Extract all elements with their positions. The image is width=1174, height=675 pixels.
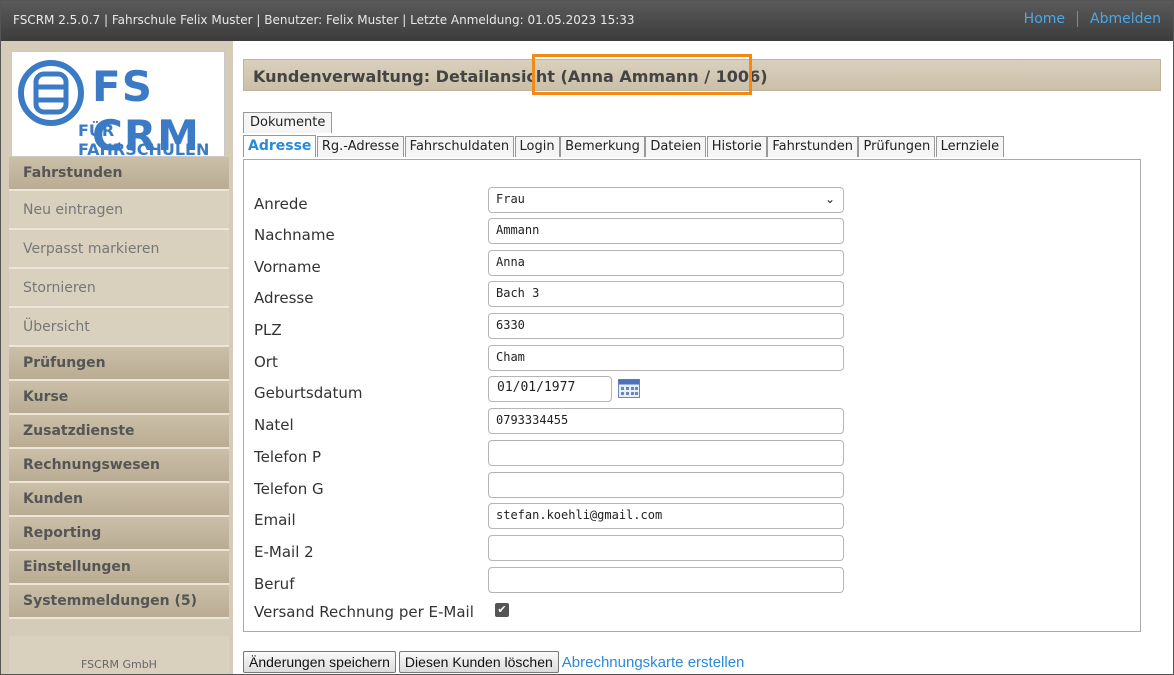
sidebar-item-kurse[interactable]: Kurse (9, 381, 229, 415)
telefon-g-label: Telefon G (254, 480, 324, 498)
versand-checkbox[interactable]: ✔ (495, 603, 509, 617)
logo-icon (18, 60, 84, 126)
row-beruf: Beruf (244, 567, 1140, 598)
sidebar-footer: FSCRM GmbH (9, 636, 229, 674)
tab-login[interactable]: Login (514, 136, 560, 157)
natel-label: Natel (254, 416, 294, 434)
row-ort: Ort Cham (244, 345, 1140, 376)
email-2-field[interactable] (488, 535, 844, 561)
link-separator (1077, 11, 1079, 27)
sidebar-item-verpasst-markieren[interactable]: Verpasst markieren (9, 230, 229, 269)
calendar-icon[interactable] (618, 379, 640, 398)
plz-field[interactable]: 6330 (488, 313, 844, 339)
create-billing-card-link[interactable]: Abrechnungskarte erstellen (562, 654, 745, 671)
sidebar-item-reporting[interactable]: Reporting (9, 517, 229, 551)
sidebar-item-systemmeldungen[interactable]: Systemmeldungen (5) (9, 585, 229, 619)
telefon-g-field[interactable] (488, 472, 844, 498)
ort-label: Ort (254, 353, 278, 371)
plz-label: PLZ (254, 321, 282, 339)
tab-dateien[interactable]: Dateien (645, 136, 707, 157)
vorname-field[interactable]: Anna (488, 250, 844, 276)
sidebar-item-einstellungen[interactable]: Einstellungen (9, 551, 229, 585)
sidebar-item-rechnungswesen[interactable]: Rechnungswesen (9, 449, 229, 483)
sidebar-nav: Fahrstunden Neu eintragen Verpasst marki… (9, 157, 229, 619)
tab-rg-adresse[interactable]: Rg.-Adresse (316, 136, 405, 157)
sidebar: FS CRM FÜR FAHRSCHULEN Fahrstunden Neu e… (1, 41, 233, 674)
delete-customer-button[interactable]: Diesen Kunden löschen (398, 651, 559, 673)
row-plz: PLZ 6330 (244, 313, 1140, 344)
top-bar: FSCRM 2.5.0.7 | Fahrschule Felix Muster … (1, 1, 1173, 41)
geburtsdatum-label: Geburtsdatum (254, 384, 363, 402)
save-button[interactable]: Änderungen speichern (243, 651, 396, 673)
row-natel: Natel 0793334455 (244, 408, 1140, 439)
home-link[interactable]: Home (1024, 11, 1065, 27)
row-anrede: Anrede Frau ⌄ (244, 187, 1140, 218)
versand-label: Versand Rechnung per E-Mail (254, 603, 474, 621)
chevron-down-icon: ⌄ (824, 192, 835, 206)
vorname-label: Vorname (254, 258, 321, 276)
row-adresse: Adresse Bach 3 (244, 281, 1140, 312)
beruf-label: Beruf (254, 575, 295, 593)
beruf-field[interactable] (488, 567, 844, 593)
sidebar-item-neu-eintragen[interactable]: Neu eintragen (9, 191, 229, 230)
row-email: Email stefan.koehli@gmail.com (244, 503, 1140, 534)
row-telefon-p: Telefon P (244, 440, 1140, 471)
sidebar-item-pruefungen[interactable]: Prüfungen (9, 347, 229, 381)
action-bar: Änderungen speichern Diesen Kunden lösche… (243, 651, 744, 673)
ort-field[interactable]: Cham (488, 345, 844, 371)
tab-adresse[interactable]: Adresse (243, 135, 317, 157)
sidebar-item-uebersicht[interactable]: Übersicht (9, 308, 229, 347)
tab-lernziele[interactable]: Lernziele (935, 136, 1005, 157)
sidebar-item-stornieren[interactable]: Stornieren (9, 269, 229, 308)
tabs-top: Dokumente (243, 112, 333, 133)
logo-subtitle: FÜR FAHRSCHULEN (78, 121, 210, 159)
tab-pruefungen[interactable]: Prüfungen (858, 136, 936, 157)
geburtsdatum-field[interactable]: 01/01/1977 (488, 376, 612, 402)
sidebar-item-kunden[interactable]: Kunden (9, 483, 229, 517)
row-vorname: Vorname Anna (244, 250, 1140, 281)
email-label: Email (254, 511, 296, 529)
logo[interactable]: FS CRM FÜR FAHRSCHULEN (11, 51, 225, 160)
natel-field[interactable]: 0793334455 (488, 408, 844, 434)
anrede-label: Anrede (254, 195, 308, 213)
customer-highlight-box (532, 54, 752, 95)
sidebar-item-zusatzdienste[interactable]: Zusatzdienste (9, 415, 229, 449)
adresse-field[interactable]: Bach 3 (488, 281, 844, 307)
nachname-field[interactable]: Ammann (488, 218, 844, 244)
tab-bar: Adresse Rg.-Adresse Fahrschuldaten Login… (243, 135, 1005, 157)
address-form: Anrede Frau ⌄ Nachname Ammann Vorname An… (243, 159, 1141, 632)
row-geburtsdatum: Geburtsdatum 01/01/1977 (244, 376, 1140, 407)
logout-link[interactable]: Abmelden (1090, 11, 1161, 27)
tab-historie[interactable]: Historie (706, 136, 767, 157)
app-window: FSCRM 2.5.0.7 | Fahrschule Felix Muster … (0, 0, 1174, 675)
tab-fahrschuldaten[interactable]: Fahrschuldaten (404, 136, 515, 157)
tab-bemerkung[interactable]: Bemerkung (560, 136, 645, 157)
email-field[interactable]: stefan.koehli@gmail.com (488, 503, 844, 529)
row-nachname: Nachname Ammann (244, 218, 1140, 249)
anrede-value: Frau (496, 192, 525, 206)
tab-dokumente[interactable]: Dokumente (243, 112, 333, 133)
telefon-p-label: Telefon P (254, 448, 322, 466)
row-email-2: E-Mail 2 (244, 535, 1140, 566)
anrede-select[interactable]: Frau ⌄ (488, 187, 844, 213)
tab-fahrstunden[interactable]: Fahrstunden (767, 136, 858, 157)
row-telefon-g: Telefon G (244, 472, 1140, 503)
telefon-p-field[interactable] (488, 440, 844, 466)
page-title-text: Kundenverwaltung: Detailansicht (253, 67, 555, 86)
sidebar-item-fahrstunden[interactable]: Fahrstunden (9, 157, 229, 191)
row-versand: Versand Rechnung per E-Mail ✔ (244, 597, 1140, 628)
email-2-label: E-Mail 2 (254, 543, 314, 561)
adresse-label: Adresse (254, 289, 314, 307)
session-info: FSCRM 2.5.0.7 | Fahrschule Felix Muster … (13, 13, 635, 27)
nachname-label: Nachname (254, 226, 335, 244)
top-links: Home Abmelden (1024, 11, 1161, 27)
